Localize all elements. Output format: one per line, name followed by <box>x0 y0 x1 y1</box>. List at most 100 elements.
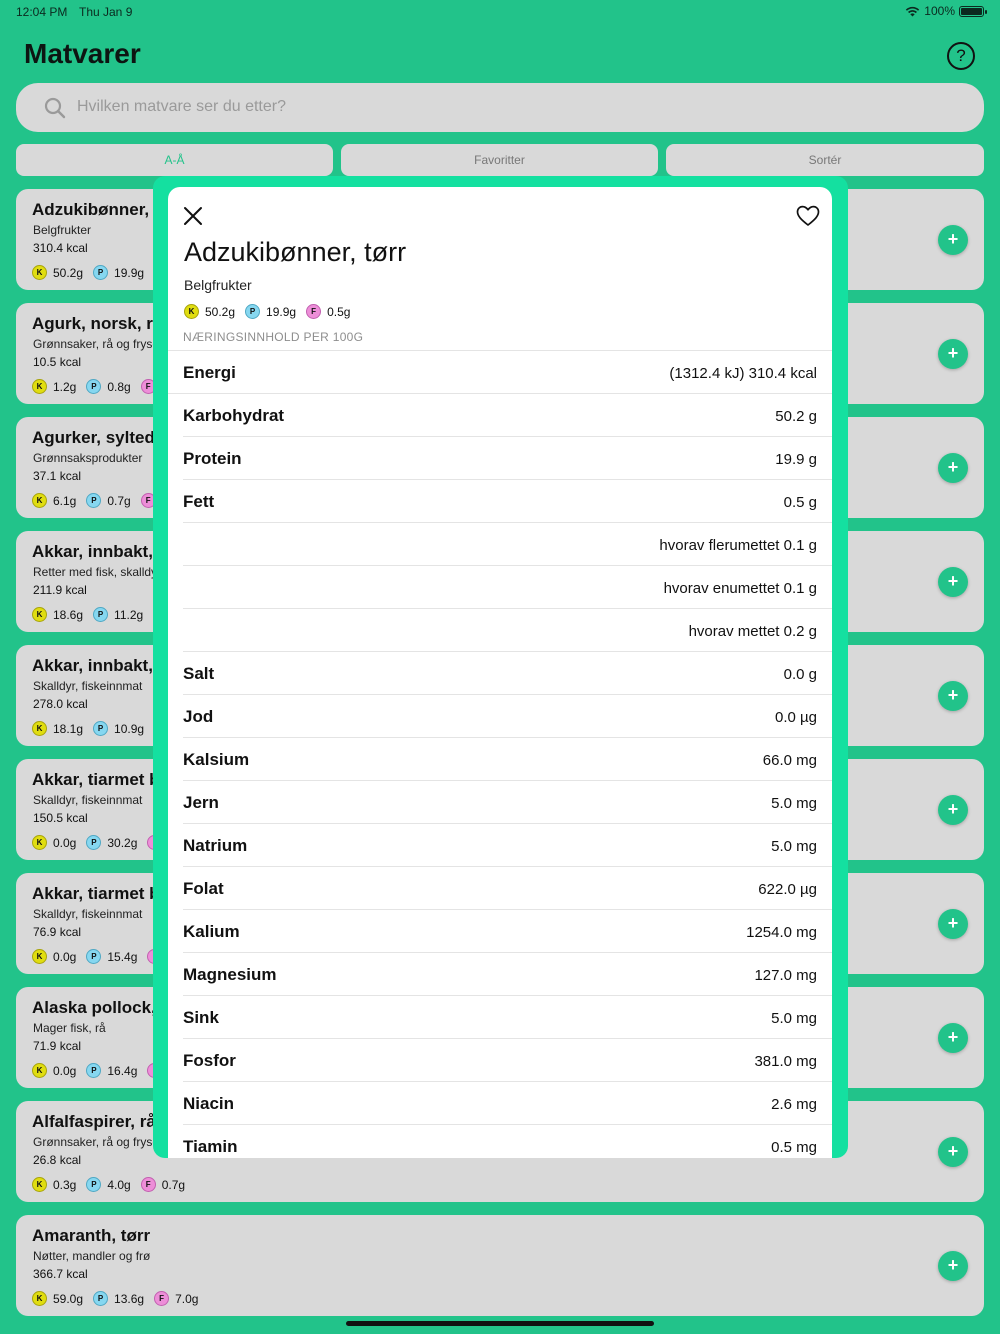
food-kcal: 76.9 kcal <box>33 925 82 939</box>
nutrient-value: 5.0 mg <box>771 795 817 812</box>
protein-badge: P <box>86 379 102 394</box>
wifi-icon <box>906 6 920 16</box>
protein-value: 13.6g <box>114 1291 145 1306</box>
food-macros: K 0.3g P 4.0g F 0.7g <box>32 1177 195 1192</box>
carb-value: 0.0g <box>53 835 77 850</box>
nutrient-label: Kalium <box>183 922 240 941</box>
carb-badge: K <box>32 1291 47 1306</box>
nutrient-row: Magnesium 127.0 mg <box>183 953 832 996</box>
nutrient-value: 5.0 mg <box>771 838 817 855</box>
close-icon[interactable] <box>182 205 204 227</box>
nutrient-row: Energi (1312.4 kJ) 310.4 kcal <box>168 351 832 394</box>
food-name: Agurker, syltede <box>32 428 165 447</box>
carb-value: 1.2g <box>53 379 77 394</box>
search-icon <box>44 97 66 119</box>
nutrient-value: 5.0 mg <box>771 1010 817 1027</box>
status-date: Thu Jan 9 <box>79 5 133 19</box>
detail-macros: K 50.2g P 19.9g F 0.5g <box>184 304 360 319</box>
carb-value: 18.6g <box>53 607 84 622</box>
tab-sorter[interactable]: Sortér <box>666 144 984 176</box>
nutrient-value: (1312.4 kJ) 310.4 kcal <box>669 365 817 382</box>
carb-badge: K <box>32 493 47 508</box>
fat-value: 7.0g <box>175 1291 199 1306</box>
food-kcal: 310.4 kcal <box>33 241 88 255</box>
help-button[interactable]: ? <box>947 42 975 70</box>
search-bar[interactable]: Hvilken matvare ser du etter? <box>16 83 984 132</box>
nutrient-value: 381.0 mg <box>754 1053 817 1070</box>
tab-a-a[interactable]: A-Å <box>16 144 333 176</box>
protein-badge: P <box>245 304 261 319</box>
tab-favoritter[interactable]: Favoritter <box>341 144 658 176</box>
carb-value: 50.2g <box>205 304 236 319</box>
add-food-button[interactable]: + <box>938 1251 968 1281</box>
protein-badge: P <box>93 1291 109 1306</box>
food-kcal: 150.5 kcal <box>33 811 88 825</box>
battery-percent: 100% <box>924 4 955 18</box>
nutrient-value: 2.6 mg <box>771 1096 817 1113</box>
page-title: Matvarer <box>24 38 141 69</box>
nutrient-row: Fosfor 381.0 mg <box>183 1039 832 1082</box>
protein-value: 19.9g <box>114 265 145 280</box>
nutrient-label: Fett <box>183 492 215 511</box>
carb-value: 6.1g <box>53 493 77 508</box>
protein-badge: P <box>93 721 109 736</box>
nutrient-value: 127.0 mg <box>754 967 817 984</box>
add-food-button[interactable]: + <box>938 1137 968 1167</box>
favorite-heart-icon[interactable] <box>796 205 820 227</box>
add-food-button[interactable]: + <box>938 909 968 939</box>
nutrient-row: Tiamin 0.5 mg <box>183 1125 832 1158</box>
food-kcal: 37.1 kcal <box>33 469 82 483</box>
nutrient-value: 50.2 g <box>775 408 817 425</box>
protein-value: 30.2g <box>107 835 138 850</box>
status-right: 100% <box>905 4 987 18</box>
food-category: Grønnsaker, rå og frysedt <box>33 1135 170 1149</box>
nutrient-value: 622.0 µg <box>758 881 817 898</box>
carb-badge: K <box>32 1063 47 1078</box>
carb-value: 59.0g <box>53 1291 84 1306</box>
protein-badge: P <box>93 265 109 280</box>
nutrient-row: Protein 19.9 g <box>183 437 832 480</box>
food-category: Skalldyr, fiskeinnmat <box>33 793 143 807</box>
fat-badge: F <box>140 1177 156 1192</box>
nutrition-section-header: NÆRINGSINNHOLD PER 100G <box>183 330 364 344</box>
add-food-button[interactable]: + <box>938 681 968 711</box>
protein-value: 15.4g <box>107 949 138 964</box>
protein-badge: P <box>93 607 109 622</box>
carb-badge: K <box>32 379 47 394</box>
add-food-button[interactable]: + <box>938 567 968 597</box>
nutrient-label: Karbohydrat <box>183 406 285 425</box>
protein-badge: P <box>86 949 102 964</box>
nutrient-label: Folat <box>183 879 224 898</box>
home-indicator[interactable] <box>346 1321 654 1326</box>
nutrient-value: 0.5 mg <box>771 1139 817 1156</box>
nutrient-label: Salt <box>183 664 215 683</box>
nutrient-row: Fett 0.5 g <box>183 480 832 523</box>
nutrient-value: 1254.0 mg <box>746 924 817 941</box>
nutrient-label: Natrium <box>183 836 248 855</box>
nutrient-row: Karbohydrat 50.2 g <box>183 394 832 437</box>
food-card[interactable]: Amaranth, tørr Nøtter, mandler og frø 366.… <box>16 1215 984 1316</box>
add-food-button[interactable]: + <box>938 339 968 369</box>
food-kcal: 10.5 kcal <box>33 355 82 369</box>
status-time: 12:04 PM <box>16 5 68 19</box>
fat-value: 0.5g <box>327 304 351 319</box>
nutrient-value: hvorav enumettet 0.1 g <box>663 580 817 597</box>
food-kcal: 71.9 kcal <box>33 1039 82 1053</box>
protein-value: 16.4g <box>107 1063 138 1078</box>
add-food-button[interactable]: + <box>938 225 968 255</box>
food-category: Grønnsaker, rå og frysedt <box>33 337 170 351</box>
food-category: Grønnsaksprodukter <box>33 451 143 465</box>
nutrient-label: Protein <box>183 449 242 468</box>
carb-badge: K <box>32 265 47 280</box>
nutrient-row: hvorav mettet 0.2 g <box>183 609 832 652</box>
nutrient-row: Jod 0.0 µg <box>183 695 832 738</box>
battery-icon <box>959 5 987 17</box>
add-food-button[interactable]: + <box>938 453 968 483</box>
add-food-button[interactable]: + <box>938 795 968 825</box>
add-food-button[interactable]: + <box>938 1023 968 1053</box>
nutrient-row: Kalium 1254.0 mg <box>183 910 832 953</box>
food-category: Belgfrukter <box>33 223 92 237</box>
nutrient-value: 0.0 g <box>783 666 817 683</box>
food-kcal: 26.8 kcal <box>33 1153 82 1167</box>
nutrient-row: Kalsium 66.0 mg <box>183 738 832 781</box>
